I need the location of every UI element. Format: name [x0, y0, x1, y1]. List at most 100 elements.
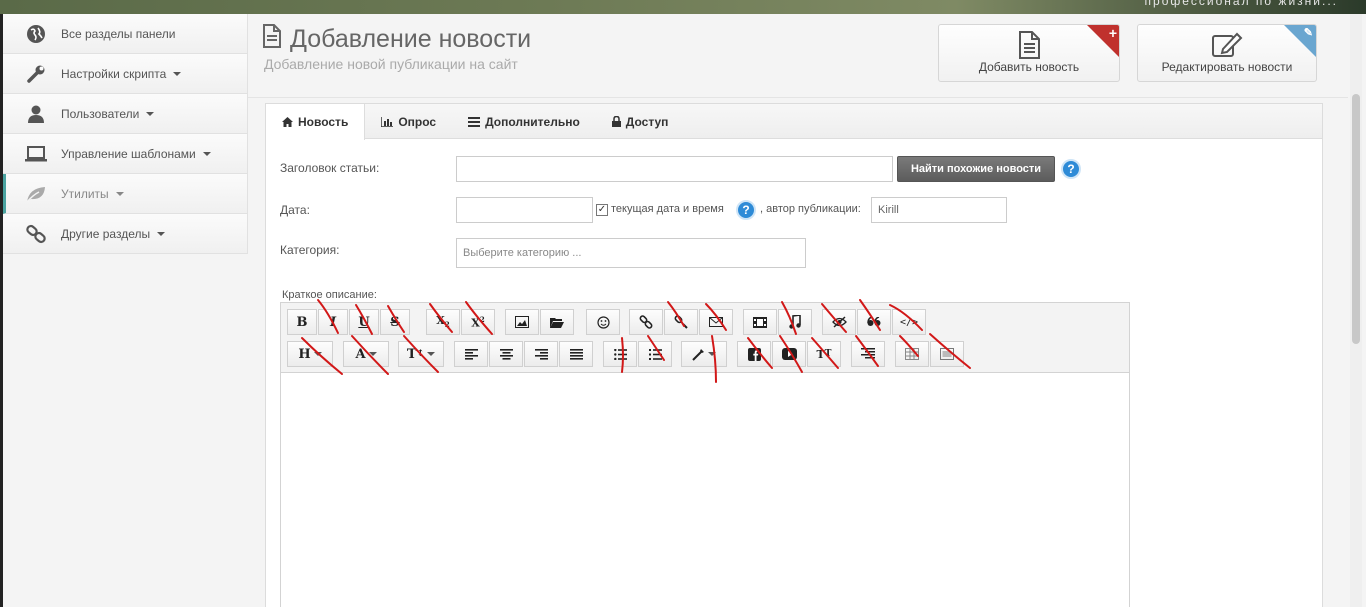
widget-button[interactable] — [930, 341, 964, 367]
emoticon-button[interactable] — [586, 309, 620, 335]
sidebar-item-script-settings[interactable]: Настройки скрипта — [3, 54, 248, 94]
align-justify-button[interactable] — [559, 341, 593, 367]
font-size-dropdown[interactable]: T ↕ — [398, 341, 444, 367]
tab-additional[interactable]: Дополнительно — [452, 104, 596, 139]
tab-label: Доступ — [625, 114, 669, 129]
add-news-label: Добавить новость — [978, 60, 1080, 74]
tab-access[interactable]: Доступ — [596, 104, 685, 139]
leaf-icon — [25, 183, 47, 205]
tab-news[interactable]: Новость — [266, 104, 366, 140]
italic-button[interactable]: I — [318, 309, 348, 335]
table-icon — [905, 348, 919, 360]
quote-icon — [867, 317, 881, 326]
image-button[interactable] — [505, 309, 539, 335]
help-icon[interactable]: ? — [736, 200, 756, 220]
font-dropdown[interactable]: A — [343, 341, 389, 367]
email-button[interactable] — [699, 309, 733, 335]
tab-poll[interactable]: Опрос — [365, 104, 452, 139]
align-left-icon — [464, 348, 478, 360]
current-date-checkbox[interactable]: ✓ — [596, 204, 608, 216]
numbered-list-button[interactable] — [638, 341, 672, 367]
folder-button[interactable] — [540, 309, 574, 335]
author-input[interactable]: Kirill — [871, 197, 1007, 223]
film-icon — [753, 316, 767, 328]
chevron-down-icon — [115, 191, 124, 196]
folder-icon — [550, 317, 564, 328]
sidebar-item-label: Пользователи — [61, 106, 140, 121]
typography-button[interactable]: TT — [807, 341, 841, 367]
underline-button[interactable]: U — [349, 309, 379, 335]
heading-dropdown[interactable]: H — [287, 341, 333, 367]
editor-content-area[interactable] — [281, 373, 1129, 607]
edit-news-button[interactable]: ✎ Редактировать новости — [1137, 24, 1317, 82]
youtube-button[interactable] — [772, 341, 806, 367]
color-dropdown[interactable] — [681, 341, 727, 367]
user-icon — [25, 103, 47, 125]
sidebar-item-all-sections[interactable]: Все разделы панели — [3, 14, 248, 54]
unlink-icon — [674, 315, 688, 329]
sidebar-item-templates[interactable]: Управление шаблонами — [3, 134, 248, 174]
smile-icon — [596, 315, 610, 329]
sidebar-item-label: Управление шаблонами — [61, 146, 196, 161]
bullet-list-icon — [613, 348, 627, 360]
page-break-button[interactable] — [851, 341, 885, 367]
page-title-text: Добавление новости — [290, 25, 532, 53]
title-input[interactable] — [456, 156, 893, 182]
date-label: Дата: — [280, 203, 310, 217]
align-right-button[interactable] — [524, 341, 558, 367]
chevron-down-icon — [146, 111, 155, 116]
sidebar-item-label: Настройки скрипта — [61, 66, 167, 81]
category-select[interactable]: Выберите категорию ... — [456, 238, 806, 268]
find-similar-button[interactable]: Найти похожие новости — [897, 156, 1055, 182]
subscript-icon: X2 — [436, 314, 450, 330]
bullet-list-button[interactable] — [603, 341, 637, 367]
facebook-icon — [747, 347, 761, 361]
chevron-down-icon — [157, 231, 166, 236]
link-button[interactable] — [629, 309, 663, 335]
image-icon — [515, 316, 529, 328]
chevron-down-icon — [368, 352, 377, 356]
audio-button[interactable] — [778, 309, 812, 335]
strikethrough-button[interactable]: S — [380, 309, 410, 335]
scrollbar-thumb[interactable] — [1352, 94, 1360, 344]
sidebar-item-users[interactable]: Пользователи — [3, 94, 248, 134]
globe-icon — [25, 23, 47, 45]
align-justify-icon — [569, 348, 583, 360]
date-input[interactable] — [456, 197, 593, 223]
table-button[interactable] — [895, 341, 929, 367]
title-label: Заголовок статьи: — [280, 161, 380, 175]
unlink-button[interactable] — [664, 309, 698, 335]
editor-toolbar: B I U S X2 X2 </> H A T ↕ T T — [281, 303, 1129, 373]
align-center-button[interactable] — [489, 341, 523, 367]
subscript-button[interactable]: X2 — [426, 309, 460, 335]
author-label: , автор публикации: — [760, 203, 861, 215]
short-desc-label: Краткое описание: — [282, 289, 377, 301]
page-subtitle: Добавление новой публикации на сайт — [264, 56, 518, 72]
page-scrollbar[interactable] — [1350, 14, 1362, 607]
sidebar-item-utilities[interactable]: Утилиты — [3, 174, 248, 214]
align-left-button[interactable] — [454, 341, 488, 367]
sidebar-item-other-sections[interactable]: Другие разделы — [3, 214, 248, 254]
numbered-list-icon — [648, 348, 662, 360]
sidebar-nav: Все разделы панели Настройки скрипта Пол… — [3, 14, 248, 254]
help-icon[interactable]: ? — [1061, 159, 1081, 179]
hide-button[interactable] — [822, 309, 856, 335]
lock-icon — [611, 116, 621, 127]
align-right-icon — [534, 348, 548, 360]
video-button[interactable] — [743, 309, 777, 335]
bold-button[interactable]: B — [287, 309, 317, 335]
add-news-button[interactable]: + Добавить новость — [938, 24, 1120, 82]
superscript-button[interactable]: X2 — [461, 309, 495, 335]
facebook-button[interactable] — [737, 341, 771, 367]
font-icon: A — [355, 346, 366, 362]
main-content: Добавление новости Добавление новой публ… — [248, 14, 1366, 607]
heading-icon: H — [298, 346, 311, 362]
top-banner: профессионал по жизни... — [0, 0, 1366, 14]
page-header: Добавление новости Добавление новой публ… — [248, 14, 1348, 98]
quote-button[interactable] — [857, 309, 891, 335]
align-center-icon — [499, 348, 513, 360]
sidebar-item-label: Все разделы панели — [61, 26, 176, 41]
code-button[interactable]: </> — [892, 309, 926, 335]
page-break-icon — [861, 348, 875, 359]
chevron-down-icon — [202, 151, 211, 156]
